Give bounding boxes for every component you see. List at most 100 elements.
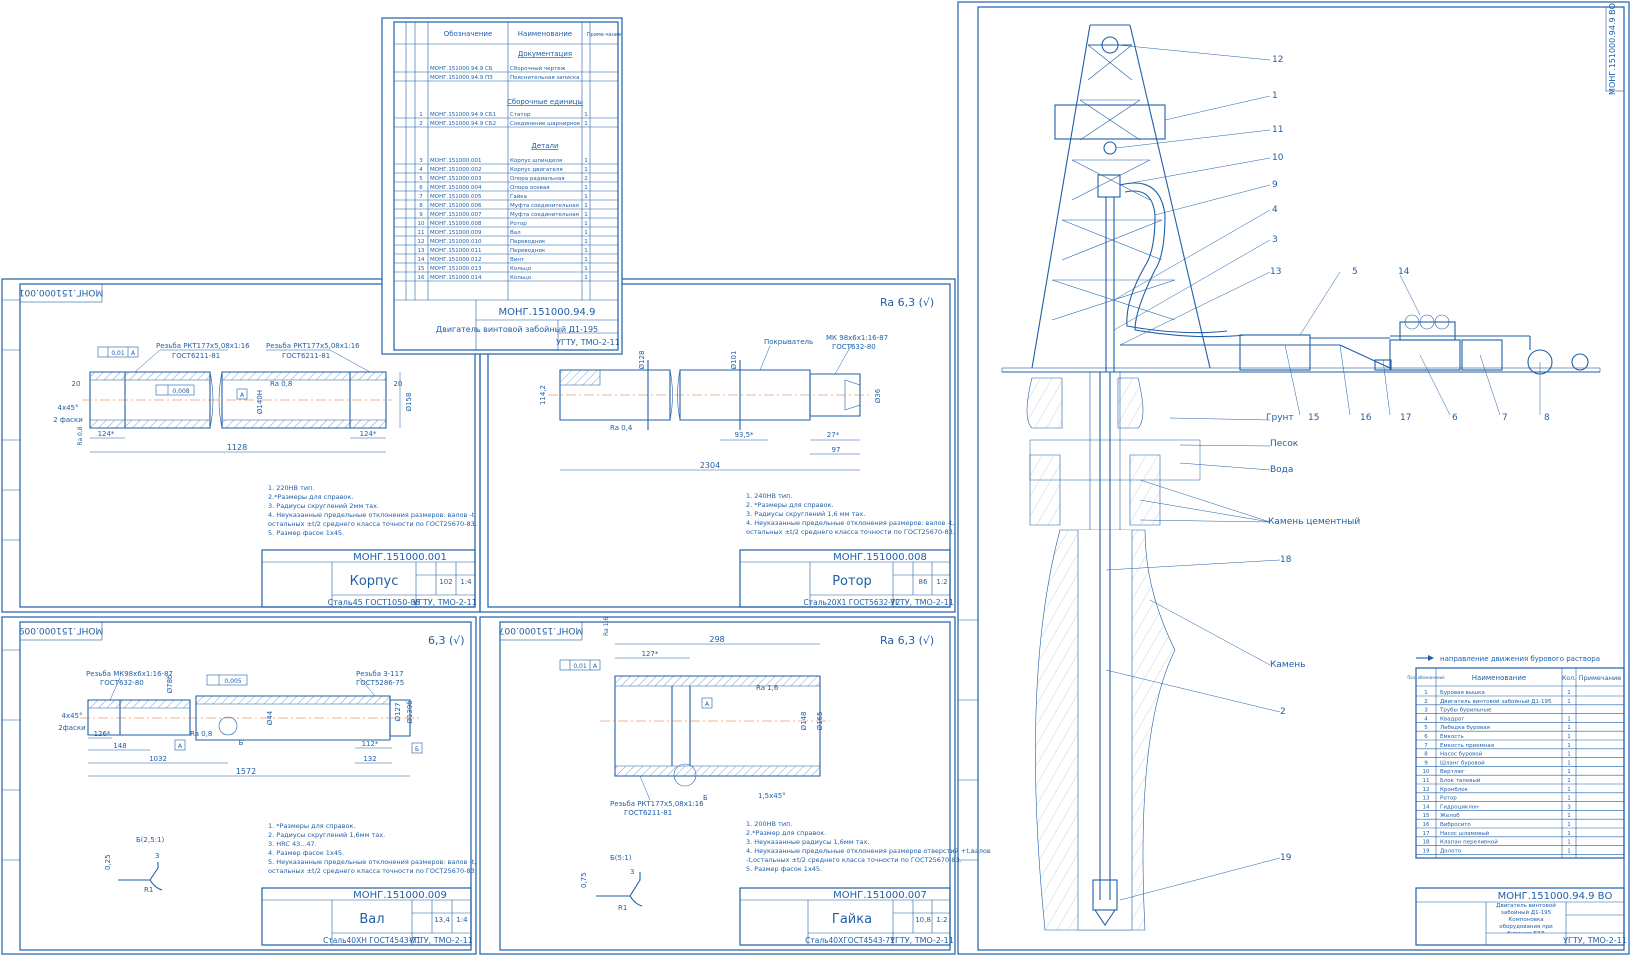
rig-item-pos: 17	[1423, 831, 1430, 837]
gaika-stamp-mass: 10,8	[915, 916, 931, 924]
spec-detail-code: МОНГ.151000.011	[430, 248, 482, 254]
spec-detail-qty: 1	[584, 275, 588, 281]
spec-detail-code: МОНГ.151000.001	[430, 158, 482, 164]
rig-item-name: Насос буровой	[1440, 751, 1483, 758]
svg-text:3. Радиусы скруглений 1,6 мм т: 3. Радиусы скруглений 1,6 мм тах.	[746, 510, 865, 518]
drawing-sheet: МОНГ.151000.001 1128 124* 124* Ø158 Ø140…	[1, 1, 1630, 955]
rig-item-pos: 6	[1424, 734, 1428, 740]
rig-item-name: Желоб	[1440, 813, 1460, 819]
spec-detail-qty: 1	[584, 230, 588, 236]
rig-label-14: 14	[1398, 267, 1410, 277]
rig-label-10: 10	[1272, 153, 1284, 163]
spec-asm-code: МОНГ.151000.94.9 СБ2	[430, 121, 496, 127]
korpus-thread-right-std: ГОСТ6211-81	[282, 352, 330, 360]
spec-detail-code: МОНГ.151000.002	[430, 167, 482, 173]
gaika-ra2: Ra 1,6	[603, 617, 610, 636]
spec-asm-pos: 1	[419, 112, 423, 118]
rig-item-pos: 5	[1424, 725, 1428, 731]
spec-detail-code: МОНГ.151000.013	[430, 266, 482, 272]
spec-detail-pos: 10	[418, 221, 425, 227]
rig-item-qty: 1	[1567, 831, 1571, 837]
sheet-val: МОНГ.151000.009 6,3 (√) 1572 1032 148 12…	[1, 616, 477, 955]
svg-text:3. Неуказанные радиусы 1,6мм т: 3. Неуказанные радиусы 1,6мм тах.	[746, 838, 869, 846]
spec-detail-pos: 12	[418, 239, 425, 245]
spec-detail-name: Опора осевая	[510, 185, 550, 191]
rotor-dim-d1: Ø128	[638, 351, 646, 370]
korpus-stamp-name: Корпус	[350, 574, 399, 589]
spec-detail-pos: 5	[419, 176, 423, 182]
spec-detail-name: Переводник	[510, 248, 546, 254]
spec-detail-code: МОНГ.151000.014	[430, 275, 482, 281]
rotor-stamp-code: МОНГ.151000.008	[833, 552, 927, 563]
val-stamp-org: УГТУ, ТМО-2-11	[409, 936, 473, 945]
rig-table-h-pos: Поз. обозначение	[1407, 675, 1445, 680]
spec-asm-qty: 1	[584, 121, 588, 127]
svg-text:1. *Размеры для справок.: 1. *Размеры для справок.	[268, 822, 355, 830]
rig-item-pos: 10	[1423, 769, 1430, 775]
korpus-dim-h20b: 20	[394, 380, 403, 388]
rig-stamp-name: Двигатель винтовой забойный Д1-195 Компо…	[1496, 903, 1556, 933]
spec-header-note: Приме-чание	[587, 32, 621, 38]
spec-detail-name: Корпус двигателя	[510, 167, 563, 173]
val-dim-d2: Ø127	[394, 703, 402, 722]
rig-item-name: Гидроциклон	[1440, 804, 1479, 810]
val-thread-right-std: ГОСТ5286-75	[356, 679, 404, 687]
spec-detail-pos: 16	[418, 275, 425, 281]
rig-item-pos: 8	[1424, 752, 1428, 758]
rig-item-qty: 1	[1567, 840, 1571, 846]
spec-detail-pos: 13	[418, 248, 425, 254]
rotor-ra: Ra 0,4	[610, 424, 633, 432]
spec-doc-name: Пояснительная записка	[510, 75, 580, 81]
rotor-dim-length: 2304	[700, 461, 720, 470]
rotor-dim-d2: Ø101	[730, 351, 738, 370]
gaika-stamp-name: Гайка	[832, 912, 872, 927]
gaika-tol-base-ref: А	[593, 663, 598, 670]
korpus-stamp-mass: 102	[439, 578, 452, 586]
rig-items-table: Поз. обозначение Наименование Кол. Приме…	[1407, 667, 1625, 859]
gaika-thread-std: ГОСТ6211-81	[624, 809, 672, 817]
spec-detail-qty: 1	[584, 221, 588, 227]
val-tol-flat: 0,005	[224, 678, 241, 685]
rig-label-8: 8	[1544, 413, 1550, 423]
rig-item-name: Вертлюг	[1440, 769, 1465, 775]
rig-label-7: 7	[1502, 413, 1508, 423]
korpus-stamp-scale: 1:4	[460, 578, 472, 586]
rig-item-qty: 3	[1567, 804, 1571, 810]
rig-item-qty: 1	[1567, 752, 1571, 758]
spec-detail-code: МОНГ.151000.008	[430, 221, 482, 227]
spec-detail-code: МОНГ.151000.007	[430, 212, 482, 218]
spec-asm-name: Статор	[510, 112, 531, 118]
rig-item-pos: 16	[1423, 822, 1430, 828]
spec-detail-qty: 2	[584, 176, 588, 182]
rig-item-pos: 15	[1423, 813, 1430, 819]
rig-item-name: Квадрат	[1440, 716, 1465, 722]
spec-detail-pos: 9	[419, 212, 423, 218]
rig-item-pos: 18	[1423, 840, 1430, 846]
val-dim-l1: 1032	[149, 755, 167, 763]
val-dim-d1: Ø44	[266, 710, 274, 725]
rig-label-12: 12	[1272, 55, 1283, 65]
rig-item-pos: 12	[1423, 787, 1430, 793]
spec-asm-code: МОНГ.151000.94.9 СБ1	[430, 112, 496, 118]
rig-item-name: Блок талевый	[1440, 777, 1481, 784]
korpus-dim-din: Ø140H	[256, 390, 264, 414]
sheet-spec: Обозначение Наименование Приме-чание Док…	[381, 17, 623, 355]
rotor-stamp-scale: 1:2	[936, 578, 947, 586]
spec-detail-name: Опора радиальная	[510, 176, 565, 182]
spec-detail-pos: 7	[419, 194, 423, 200]
gaika-detail-view: Б(5:1) R1 0,75 3	[580, 854, 643, 912]
val-title-block: МОНГ.151000.009 Вал 13,4 1:4 Сталь40ХН Г…	[261, 887, 473, 946]
korpus-thread-left-std: ГОСТ6211-81	[172, 352, 220, 360]
spec-detail-code: МОНГ.151000.006	[430, 203, 482, 209]
korpus-tol-base: А	[240, 392, 245, 399]
gaika-detail-h: 0,75	[580, 872, 588, 888]
svg-text:2. Радиусы скруглений 1,6мм та: 2. Радиусы скруглений 1,6мм тах.	[268, 831, 385, 839]
rotor-stamp-material: Сталь20Х1 ГОСТ5632-72	[804, 598, 901, 607]
rig-label-13: 13	[1270, 267, 1281, 277]
val-thread-right: Резьба З-117	[356, 670, 404, 678]
gaika-rough-main: Ra 6,3 (√)	[880, 634, 934, 647]
rotor-dim-l2: 27*	[827, 431, 840, 439]
gaika-title-block: МОНГ.151000.007 Гайка 10,8 1:2 Сталь40ХГ…	[739, 887, 954, 946]
rig-item-name: Буровая вышка	[1440, 690, 1485, 696]
surface-equipment	[1120, 314, 1589, 375]
